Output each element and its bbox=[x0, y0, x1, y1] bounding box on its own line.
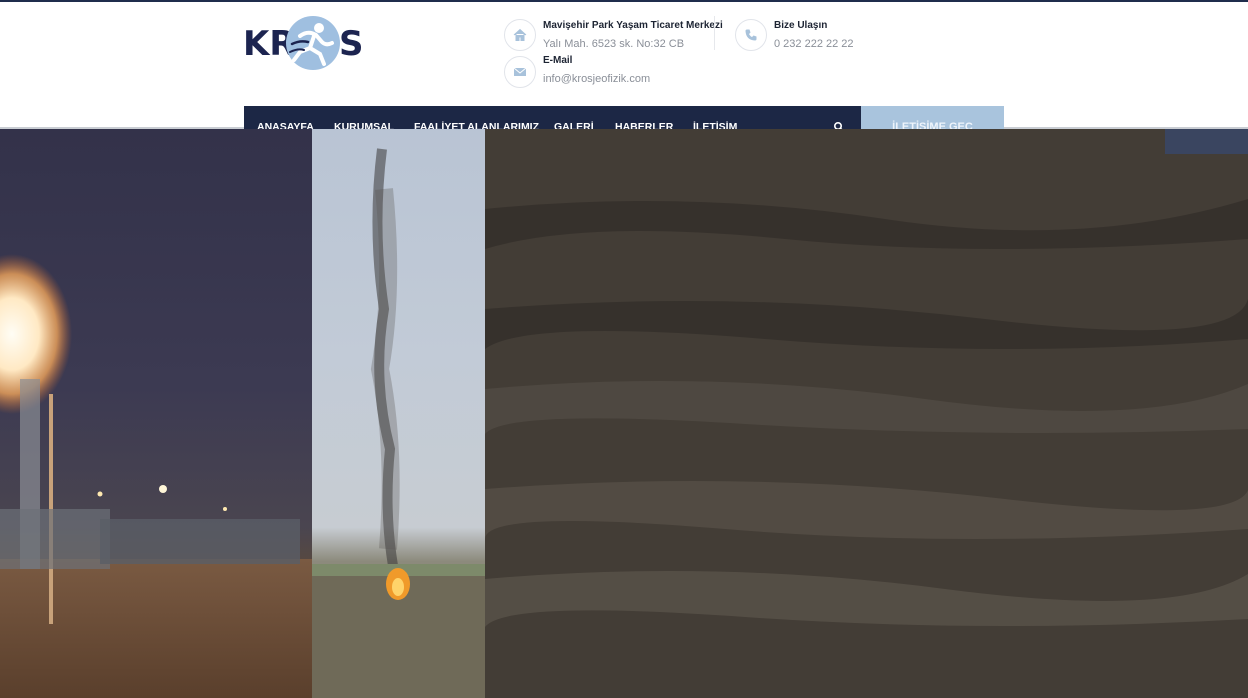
home-icon bbox=[504, 19, 536, 51]
envelope-icon bbox=[504, 56, 536, 88]
email-link[interactable]: info@krosjeofizik.com bbox=[543, 73, 650, 85]
logo-text-right: S bbox=[339, 24, 364, 64]
site-logo[interactable]: KR S bbox=[243, 16, 364, 72]
phone-title: Bize Ulaşın bbox=[774, 20, 828, 31]
email-title: E-Mail bbox=[543, 55, 573, 66]
hero-image-gas-flare bbox=[0, 129, 312, 698]
hero-image-rock-strata bbox=[485, 129, 1248, 698]
hero-slider bbox=[0, 129, 1248, 698]
phone-icon bbox=[735, 19, 767, 51]
phone-link[interactable]: 0 232 222 22 22 bbox=[774, 38, 854, 50]
hero-image-smoke-plume bbox=[312, 129, 485, 698]
contact-separator bbox=[714, 16, 715, 50]
runner-icon bbox=[286, 16, 340, 70]
address-text: Yalı Mah. 6523 sk. No:32 CB bbox=[543, 38, 685, 50]
address-title: Mavişehir Park Yaşam Ticaret Merkezi bbox=[543, 20, 723, 31]
